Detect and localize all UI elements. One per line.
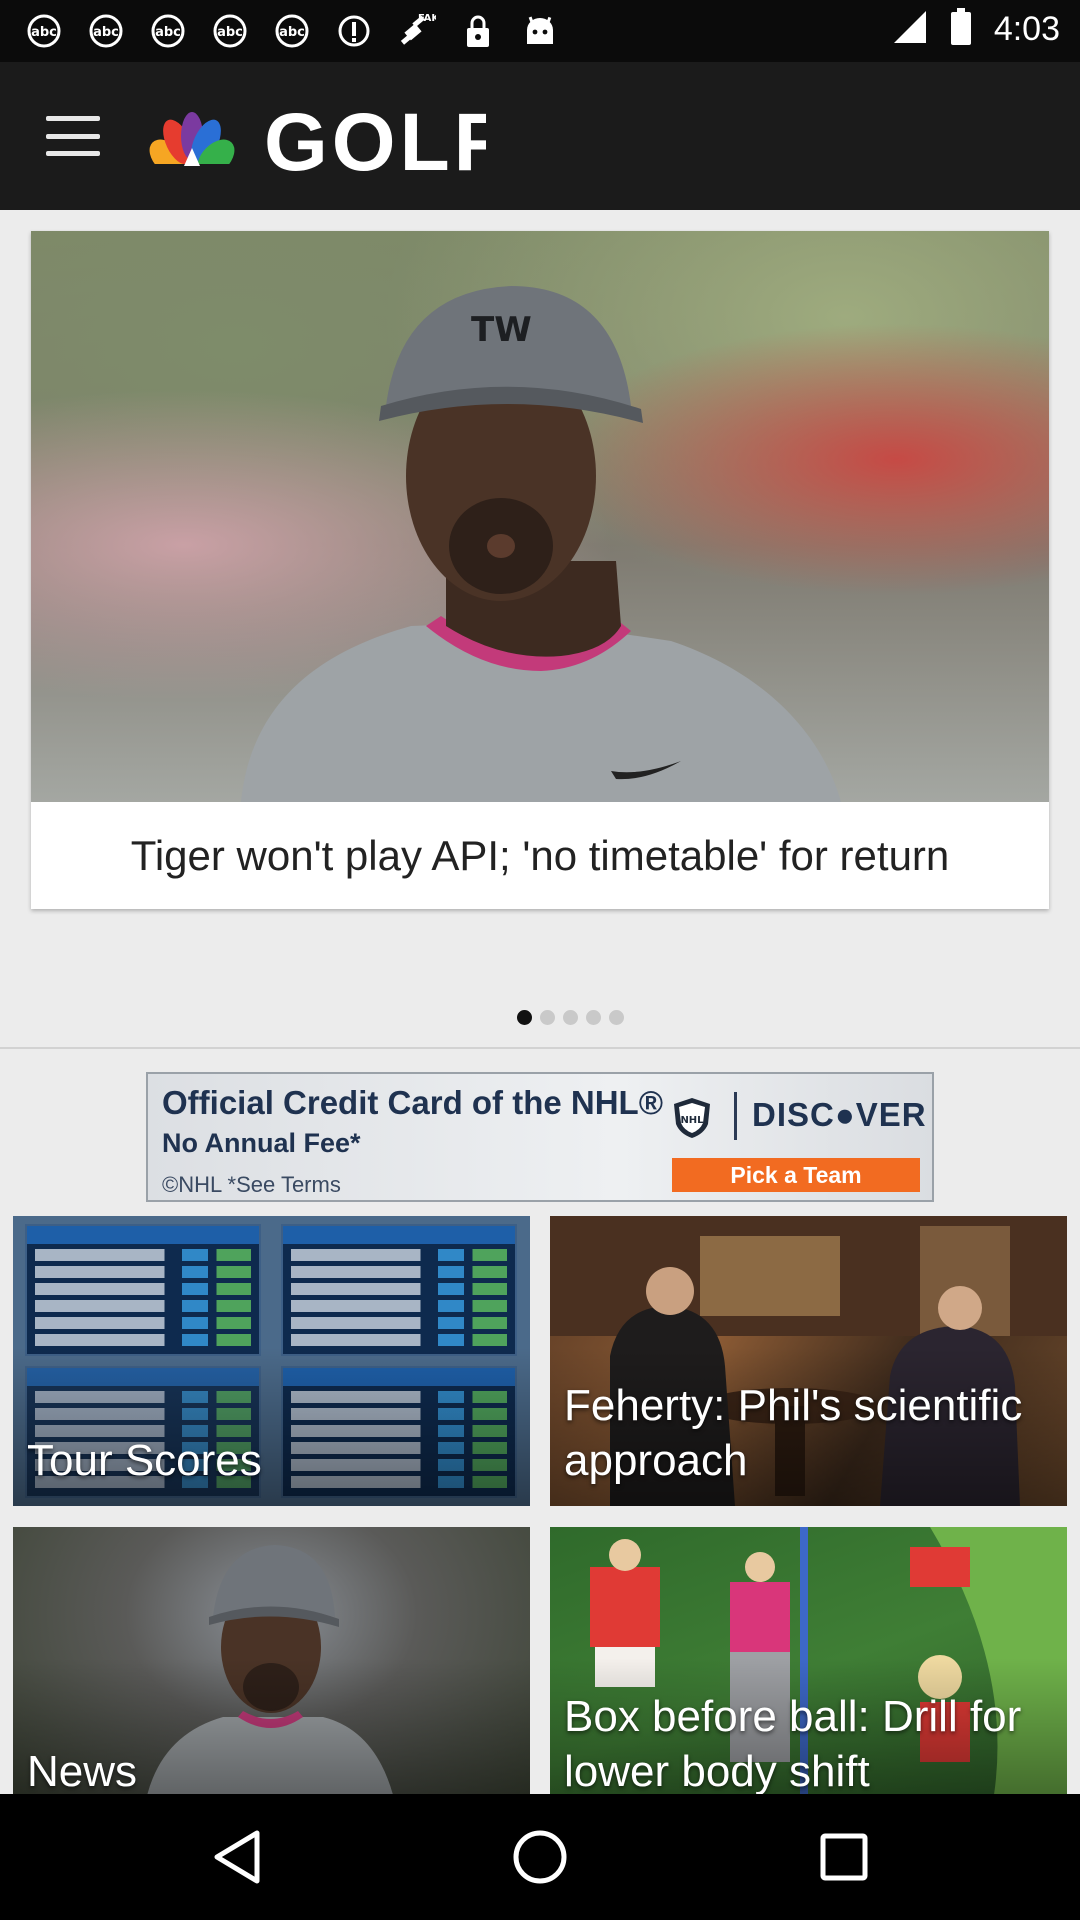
ad-subline: No Annual Fee* [162, 1128, 361, 1158]
lock-icon [458, 12, 498, 50]
tile-label: Feherty: Phil's scientific approach [564, 1381, 1023, 1485]
main-content: TW Tiger won't play API; 'no timetable' … [0, 210, 1080, 1794]
tile-drill-video[interactable]: Box before ball: Drill for lower body sh… [550, 1527, 1067, 1794]
carousel-page-indicator [0, 1010, 1080, 1025]
battery-icon [950, 8, 972, 51]
page-dot[interactable] [516, 1010, 532, 1025]
svg-text:abc: abc [155, 25, 181, 40]
info-icon [334, 12, 374, 50]
discover-logo: DISC●VER [752, 1096, 927, 1133]
featured-story-image: TW [31, 231, 1049, 802]
tile-label: News [27, 1747, 138, 1794]
page-dot[interactable] [585, 1010, 601, 1025]
logo-text: GOLF [264, 100, 486, 181]
tile-label: Box before ball: Drill for lower body sh… [564, 1692, 1022, 1794]
page-dot[interactable] [562, 1010, 578, 1025]
status-bar: abc abc abc abc abc FAKE [0, 0, 1080, 62]
abc-7-icon: abc [24, 12, 64, 50]
menu-icon[interactable] [40, 110, 106, 162]
tile-feherty-video[interactable]: Feherty: Phil's scientific approach [550, 1216, 1067, 1506]
svg-text:abc: abc [93, 25, 119, 40]
section-divider [0, 1047, 1080, 1049]
svg-text:NHL: NHL [680, 1115, 704, 1126]
app-bar: GOLF [0, 62, 1080, 210]
nhl-shield-icon: NHL [674, 1098, 710, 1138]
nbc-golf-logo[interactable]: GOLF [146, 100, 486, 180]
abc-7-icon: abc [210, 12, 250, 50]
page-dot[interactable] [539, 1010, 555, 1025]
android-icon [520, 12, 560, 50]
tile-news[interactable]: News [13, 1527, 530, 1794]
ad-separator [734, 1092, 737, 1140]
notification-icons: abc abc abc abc abc FAKE [24, 12, 560, 50]
system-navigation-bar [0, 1794, 1080, 1920]
featured-story-card[interactable]: TW Tiger won't play API; 'no timetable' … [31, 231, 1049, 909]
fake-gps-icon: FAKE [396, 12, 436, 50]
nbc-peacock-icon [146, 112, 256, 180]
back-icon[interactable] [207, 1827, 267, 1887]
svg-text:abc: abc [217, 25, 243, 40]
svg-text:abc: abc [31, 25, 57, 40]
abc-7-icon: abc [148, 12, 188, 50]
scoreboard-image [25, 1224, 261, 1356]
tile-label: Tour Scores [27, 1436, 262, 1485]
abc-7-icon: abc [272, 12, 312, 50]
ad-banner[interactable]: Official Credit Card of the NHL® No Annu… [146, 1072, 934, 1202]
page-dot[interactable] [608, 1010, 624, 1025]
recents-icon[interactable] [814, 1827, 874, 1887]
home-icon[interactable] [510, 1827, 570, 1887]
signal-icon [892, 9, 928, 50]
ad-headline: Official Credit Card of the NHL® [162, 1084, 664, 1121]
abc-7-icon: abc [86, 12, 126, 50]
ad-disclaimer: ©NHL *See Terms [162, 1172, 341, 1197]
featured-carousel[interactable]: TW Tiger won't play API; 'no timetable' … [0, 210, 1080, 1049]
svg-text:TW: TW [471, 310, 532, 350]
svg-text:abc: abc [279, 25, 305, 40]
featured-story-title[interactable]: Tiger won't play API; 'no timetable' for… [31, 802, 1049, 909]
pick-a-team-button[interactable]: Pick a Team [672, 1158, 920, 1192]
scoreboard-image [281, 1224, 517, 1356]
clock: 4:03 [993, 10, 1060, 48]
tile-tour-scores[interactable]: Tour Scores [13, 1216, 530, 1506]
